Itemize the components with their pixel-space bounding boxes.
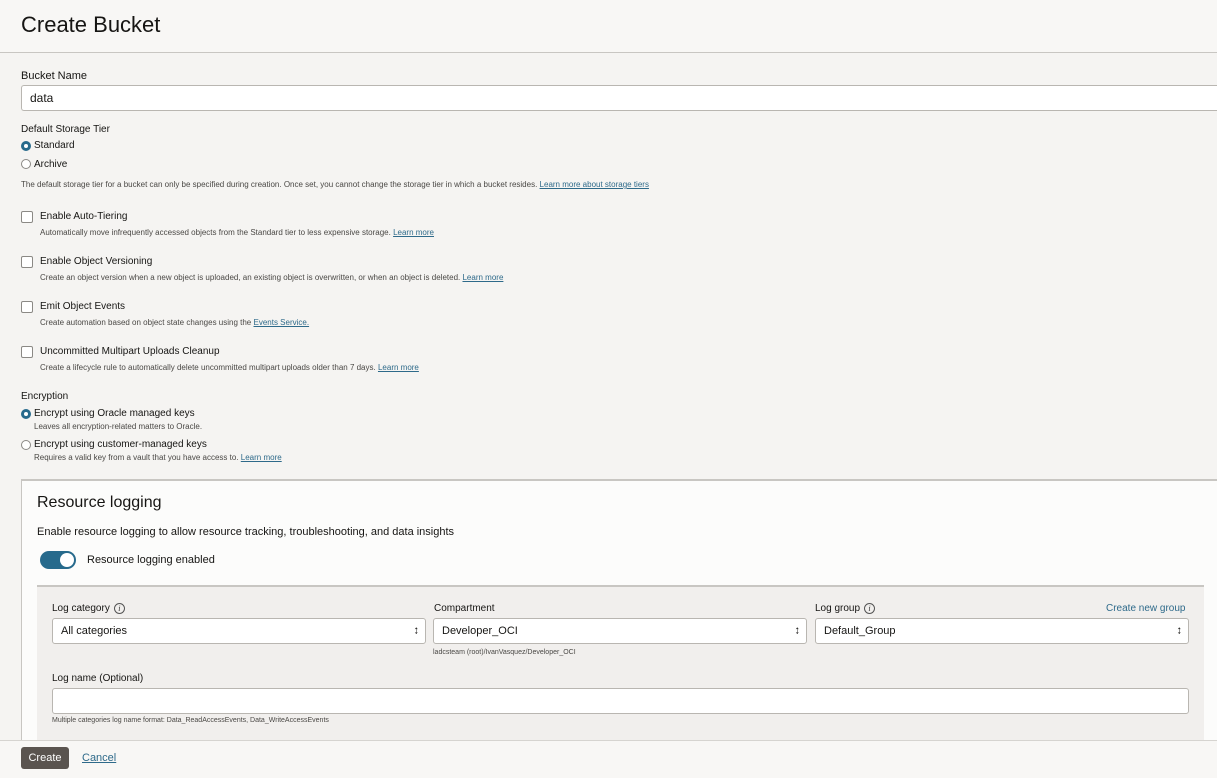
resource-logging-toggle-label: Resource logging enabled (87, 554, 215, 566)
chevron-updown-icon: ↕ (1176, 624, 1183, 637)
auto-tiering-checkbox[interactable] (21, 211, 33, 223)
oracle-keys-help: Leaves all encryption-related matters to… (34, 422, 203, 431)
toggle-knob (60, 553, 74, 567)
bucket-name-label: Bucket Name (21, 70, 88, 82)
create-new-group-link[interactable]: Create new group (1106, 603, 1186, 614)
radio-customer-keys-label: Encrypt using customer-managed keys (34, 439, 207, 450)
log-category-label: Log category i (52, 603, 125, 614)
log-category-value: All categories (61, 625, 128, 637)
encryption-label: Encryption (21, 391, 69, 402)
footer-bar (0, 740, 1217, 778)
resource-logging-toggle[interactable] (40, 551, 76, 569)
multipart-cleanup-checkbox[interactable] (21, 346, 33, 358)
bucket-name-value: data (30, 91, 54, 105)
cancel-link[interactable]: Cancel (82, 752, 116, 764)
auto-tiering-help-text: Automatically move infrequently accessed… (40, 228, 391, 237)
info-icon[interactable]: i (864, 603, 876, 614)
log-group-value: Default_Group (824, 625, 896, 637)
auto-tiering-label: Enable Auto-Tiering (40, 211, 128, 222)
radio-oracle-keys[interactable] (21, 409, 31, 419)
radio-archive[interactable] (21, 159, 31, 169)
log-group-select[interactable]: Default_Group ↕ (815, 618, 1189, 644)
log-group-label-text: Log group (815, 603, 861, 615)
customer-keys-learn-more-link[interactable]: Learn more (241, 453, 282, 462)
events-help: Create automation based on object state … (40, 318, 309, 327)
events-help-text: Create automation based on object state … (40, 318, 252, 327)
log-name-label: Log name (Optional) (52, 673, 144, 684)
log-category-label-text: Log category (52, 603, 110, 615)
page-title: Create Bucket (21, 12, 161, 37)
versioning-help: Create an object version when a new obje… (40, 273, 503, 282)
radio-archive-label: Archive (34, 159, 68, 170)
events-service-link[interactable]: Events Service. (254, 318, 310, 327)
resource-logging-title: Resource logging (37, 494, 162, 511)
radio-standard-label: Standard (34, 140, 75, 151)
auto-tiering-learn-more-link[interactable]: Learn more (393, 228, 434, 237)
versioning-checkbox[interactable] (21, 256, 33, 268)
chevron-updown-icon: ↕ (794, 624, 801, 637)
radio-customer-keys[interactable] (21, 440, 31, 450)
multipart-cleanup-help: Create a lifecycle rule to automatically… (40, 363, 419, 372)
log-name-help: Multiple categories log name format: Dat… (52, 717, 329, 724)
auto-tiering-help: Automatically move infrequently accessed… (40, 228, 434, 237)
create-button[interactable]: Create (21, 747, 69, 769)
chevron-updown-icon: ↕ (413, 624, 420, 637)
versioning-label: Enable Object Versioning (40, 256, 153, 267)
compartment-label: Compartment (434, 603, 495, 614)
storage-tier-help: The default storage tier for a bucket ca… (21, 180, 649, 189)
multipart-learn-more-link[interactable]: Learn more (378, 363, 419, 372)
resource-logging-description: Enable resource logging to allow resourc… (37, 526, 455, 538)
radio-standard[interactable] (21, 141, 31, 151)
compartment-path: ladcsteam (root)/IvanVasquez/Developer_O… (433, 649, 576, 656)
storage-tier-label: Default Storage Tier (21, 124, 110, 135)
events-label: Emit Object Events (40, 301, 126, 312)
storage-tier-help-text: The default storage tier for a bucket ca… (21, 180, 538, 189)
versioning-learn-more-link[interactable]: Learn more (462, 273, 503, 282)
versioning-help-text: Create an object version when a new obje… (40, 273, 461, 282)
page-header: Create Bucket (0, 0, 1217, 53)
info-icon[interactable]: i (113, 603, 125, 614)
multipart-cleanup-help-text: Create a lifecycle rule to automatically… (40, 363, 376, 372)
bucket-name-input[interactable]: data (21, 85, 1217, 111)
compartment-value: Developer_OCI (442, 625, 518, 637)
compartment-select[interactable]: Developer_OCI ↕ (433, 618, 807, 644)
customer-keys-help: Requires a valid key from a vault that y… (34, 453, 282, 462)
multipart-cleanup-label: Uncommitted Multipart Uploads Cleanup (40, 346, 220, 357)
log-name-input[interactable] (52, 688, 1189, 714)
radio-oracle-keys-label: Encrypt using Oracle managed keys (34, 408, 195, 419)
events-checkbox[interactable] (21, 301, 33, 313)
log-group-label: Log group i (815, 603, 876, 615)
storage-tier-learn-more-link[interactable]: Learn more about storage tiers (540, 180, 649, 189)
log-category-select[interactable]: All categories ↕ (52, 618, 426, 644)
customer-keys-help-text: Requires a valid key from a vault that y… (34, 453, 239, 462)
